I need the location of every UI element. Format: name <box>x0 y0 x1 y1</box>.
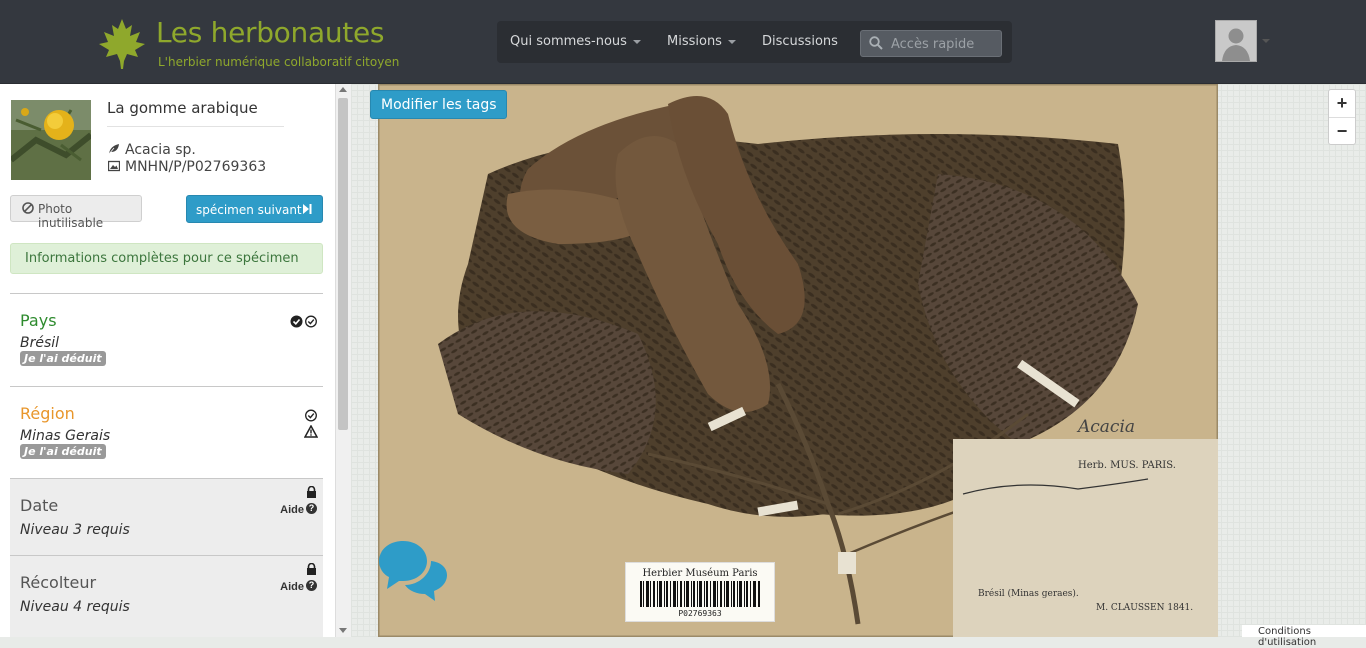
complete-info-alert: Informations complètes pour ce spécimen <box>10 243 323 274</box>
user-avatar[interactable] <box>1215 20 1257 62</box>
barcode-number: P02769363 <box>678 609 722 618</box>
edit-tags-label: Modifier les tags <box>381 97 497 113</box>
site-tagline: L'herbier numérique collaboratif citoyen <box>158 55 400 69</box>
unusable-photo-label: Photo inutilisable <box>38 202 104 230</box>
site-title[interactable]: Les herbonautes <box>156 16 384 49</box>
scroll-down-arrow-icon[interactable] <box>339 628 347 633</box>
mission-thumbnail[interactable] <box>11 100 91 180</box>
divider <box>107 126 284 127</box>
field-value: Niveau 4 requis <box>20 599 130 615</box>
nav-missions[interactable]: Missions <box>667 34 736 49</box>
chevron-down-icon <box>727 39 736 44</box>
specimen-code-line: MNHN/P/P02769363 <box>108 159 266 175</box>
field-recolteur: Récolteur Aide ? Niveau 4 requis <box>10 555 323 637</box>
ban-icon <box>22 202 34 214</box>
specimen-code: MNHN/P/P02769363 <box>125 159 267 175</box>
warning-icon <box>304 425 318 438</box>
field-label: Date <box>20 496 59 515</box>
field-value: Niveau 3 requis <box>20 522 130 538</box>
field-value: Minas Gerais <box>20 428 111 444</box>
field-label: Région <box>20 404 75 423</box>
search-input[interactable] <box>889 34 1001 54</box>
terms-of-use-link[interactable]: Conditions d'utilisation <box>1242 625 1366 648</box>
field-pays[interactable]: Pays Brésil Je l'ai déduit <box>10 293 323 386</box>
edit-tags-button[interactable]: Modifier les tags <box>370 90 507 119</box>
label-genus: Acacia <box>1076 417 1135 437</box>
help-link[interactable]: Aide <box>280 504 304 516</box>
search-icon <box>869 36 883 50</box>
step-forward-icon <box>303 204 312 214</box>
species-name: Acacia sp. <box>125 142 196 158</box>
herbarium-specimen-drawing: Herb. MUS. PARIS. Acacia Brésil (Minas g… <box>376 84 1220 637</box>
user-menu-caret-icon[interactable] <box>1262 39 1270 43</box>
next-specimen-label: spécimen suivant <box>196 203 302 217</box>
field-date: Date Aide ? Niveau 3 requis <box>10 478 323 555</box>
check-circle-icon <box>305 409 317 422</box>
zoom-out-button[interactable]: − <box>1329 118 1355 145</box>
user-silhouette-icon <box>1216 21 1256 61</box>
field-region[interactable]: Région Minas Gerais Je l'ai déduit <box>10 386 323 478</box>
leaf-icon <box>108 144 119 155</box>
scroll-up-arrow-icon[interactable] <box>339 87 347 92</box>
complete-info-text: Informations complètes pour ce spécimen <box>25 251 299 266</box>
mission-title[interactable]: La gomme arabique <box>107 99 258 117</box>
help-link[interactable]: Aide <box>280 581 304 593</box>
scroll-thumb[interactable] <box>338 98 348 430</box>
zoom-in-button[interactable]: + <box>1329 90 1355 117</box>
label-text: Herb. MUS. PARIS. <box>1078 460 1176 471</box>
lock-icon <box>307 486 316 498</box>
question-icon[interactable]: ? <box>306 580 317 591</box>
specimen-image-viewer[interactable]: Herb. MUS. PARIS. Acacia Brésil (Minas g… <box>351 84 1366 637</box>
top-header: Les herbonautes L'herbier numérique coll… <box>0 0 1366 84</box>
deduced-badge: Je l'ai déduit <box>20 444 106 459</box>
double-check-icon <box>290 315 317 328</box>
nav-discussions[interactable]: Discussions <box>762 34 838 49</box>
lock-icon <box>307 563 316 575</box>
barcode-header: Herbier Muséum Paris <box>642 568 758 579</box>
nav-about-label: Qui sommes-nous <box>510 34 627 49</box>
sidebar-scrollbar[interactable] <box>335 84 351 637</box>
unusable-photo-button[interactable]: Photo inutilisable <box>10 195 142 230</box>
specimen-sidebar: La gomme arabique Acacia sp. MNHN/P/P027… <box>0 84 335 637</box>
field-label: Pays <box>20 311 57 330</box>
maple-leaf-logo-icon[interactable] <box>97 17 147 69</box>
quick-search <box>860 30 1002 57</box>
acacia-flower-image <box>11 100 91 180</box>
barcode-label: Herbier Muséum Paris P02769363 <box>625 562 775 622</box>
next-specimen-button[interactable]: spécimen suivant <box>186 195 323 223</box>
zoom-control: + − <box>1328 89 1356 145</box>
nav-missions-label: Missions <box>667 34 722 49</box>
main-nav: Qui sommes-nous Missions Discussions <box>497 21 1012 63</box>
question-icon[interactable]: ? <box>306 503 317 514</box>
barcode-bars <box>640 581 760 607</box>
field-value: Brésil <box>20 335 60 351</box>
herbarium-sheet-image[interactable]: Herb. MUS. PARIS. Acacia Brésil (Minas g… <box>376 84 1220 637</box>
label-locality: Brésil (Minas geraes). <box>978 588 1079 599</box>
terms-of-use-label: Conditions d'utilisation <box>1258 626 1317 648</box>
comments-icon[interactable] <box>379 539 451 601</box>
species-line: Acacia sp. <box>108 142 196 158</box>
deduced-badge: Je l'ai déduit <box>20 351 106 366</box>
label-collector: M. CLAUSSEN 1841. <box>1096 603 1193 613</box>
picture-icon <box>108 160 120 172</box>
field-label: Récolteur <box>20 573 97 592</box>
nav-about[interactable]: Qui sommes-nous <box>510 34 641 49</box>
chevron-down-icon <box>632 39 641 44</box>
